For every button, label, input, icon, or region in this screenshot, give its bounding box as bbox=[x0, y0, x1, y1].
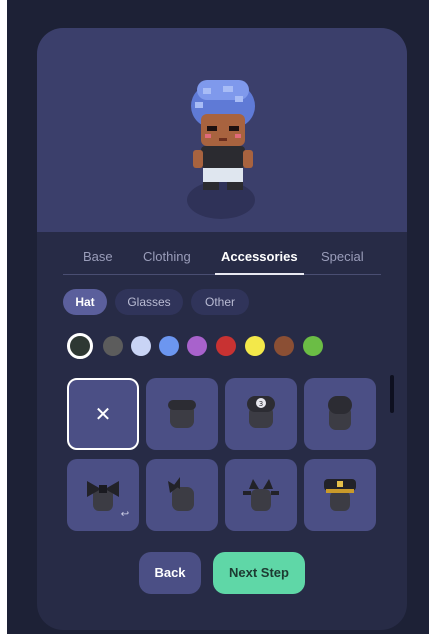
return-icon: ↩ bbox=[121, 509, 129, 520]
accessory-grid: ✕ 3 ↩ bbox=[67, 378, 379, 532]
accessory-none[interactable]: ✕ bbox=[67, 378, 139, 450]
category-tabs: Base Clothing Accessories Special bbox=[63, 248, 381, 275]
avatar-sprite bbox=[191, 80, 255, 190]
color-swatch-dark-green[interactable] bbox=[67, 333, 93, 359]
accessory-captain-hat[interactable] bbox=[304, 459, 376, 531]
cap-3-icon: 3 bbox=[247, 396, 275, 428]
bow-icon: ↩ bbox=[87, 481, 129, 520]
accessory-side-bow[interactable] bbox=[146, 459, 218, 531]
tab-clothing[interactable]: Clothing bbox=[143, 248, 191, 274]
accessory-cap-3[interactable]: 3 bbox=[225, 378, 297, 450]
color-swatch-light-blue[interactable] bbox=[131, 336, 151, 356]
color-swatch-red[interactable] bbox=[216, 336, 236, 356]
headband-icon bbox=[168, 400, 196, 428]
cat-ears-icon bbox=[243, 479, 279, 511]
subtab-glasses[interactable]: Glasses bbox=[115, 289, 183, 315]
none-icon: ✕ bbox=[94, 402, 112, 426]
side-bow-icon bbox=[168, 477, 194, 511]
accessory-headband[interactable] bbox=[146, 378, 218, 450]
accessory-beanie[interactable] bbox=[304, 378, 376, 450]
subtab-other[interactable]: Other bbox=[191, 289, 249, 315]
cap-badge-text: 3 bbox=[259, 400, 263, 408]
tab-accessories[interactable]: Accessories bbox=[215, 248, 304, 275]
accessory-bow[interactable]: ↩ bbox=[67, 459, 139, 531]
color-swatch-yellow[interactable] bbox=[245, 336, 265, 356]
color-palette bbox=[67, 331, 367, 361]
color-swatch-brown[interactable] bbox=[274, 336, 294, 356]
subtab-hat[interactable]: Hat bbox=[63, 289, 107, 315]
accessory-cat-ears[interactable] bbox=[225, 459, 297, 531]
color-swatch-gray[interactable] bbox=[103, 336, 123, 356]
captain-hat-icon bbox=[324, 479, 356, 511]
tab-base[interactable]: Base bbox=[83, 248, 113, 274]
back-button[interactable]: Back bbox=[139, 552, 201, 594]
next-step-button[interactable]: Next Step bbox=[213, 552, 305, 594]
tab-special[interactable]: Special bbox=[321, 248, 364, 274]
avatar-preview bbox=[37, 28, 407, 232]
color-swatch-blue[interactable] bbox=[159, 336, 179, 356]
grid-scrollbar[interactable] bbox=[390, 375, 394, 413]
avatar-editor-card: Base Clothing Accessories Special Hat Gl… bbox=[37, 28, 407, 630]
color-swatch-purple[interactable] bbox=[187, 336, 207, 356]
color-swatch-green[interactable] bbox=[303, 336, 323, 356]
beanie-icon bbox=[328, 396, 352, 430]
